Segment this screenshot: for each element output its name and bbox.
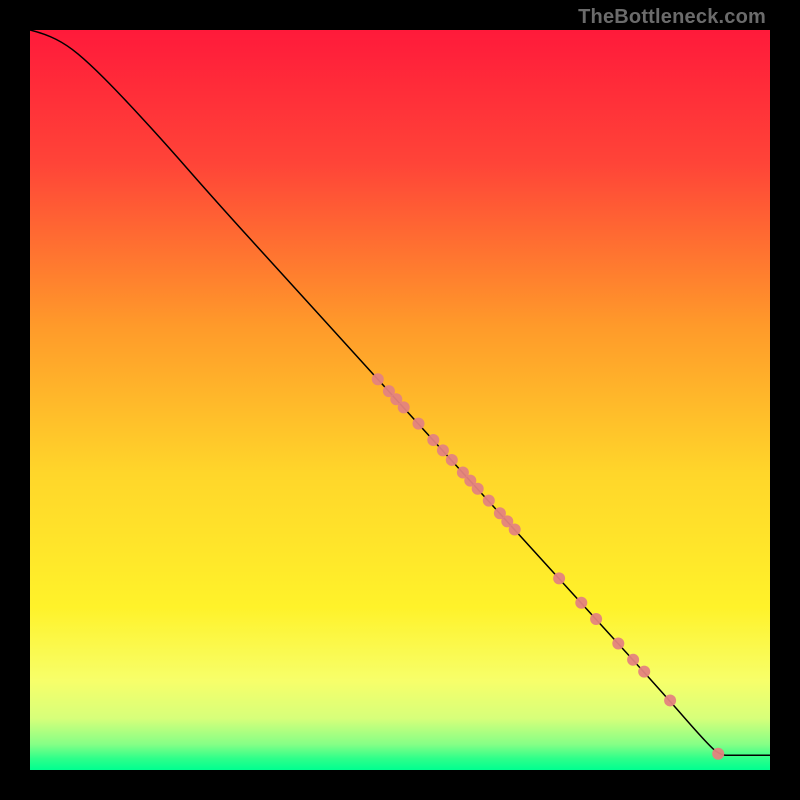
chart-frame: TheBottleneck.com	[0, 0, 800, 800]
data-point	[427, 434, 439, 446]
data-point	[612, 637, 624, 649]
data-point	[398, 401, 410, 413]
data-point	[575, 597, 587, 609]
data-point	[509, 524, 521, 536]
data-point	[446, 454, 458, 466]
data-point	[472, 483, 484, 495]
data-point	[413, 418, 425, 430]
data-point	[590, 613, 602, 625]
data-point	[372, 373, 384, 385]
data-point	[437, 444, 449, 456]
data-point	[712, 748, 724, 760]
chart-plot	[30, 30, 770, 770]
data-point	[483, 495, 495, 507]
data-point	[638, 666, 650, 678]
data-point	[553, 572, 565, 584]
data-point	[664, 694, 676, 706]
watermark-text: TheBottleneck.com	[578, 6, 766, 29]
data-point	[627, 654, 639, 666]
